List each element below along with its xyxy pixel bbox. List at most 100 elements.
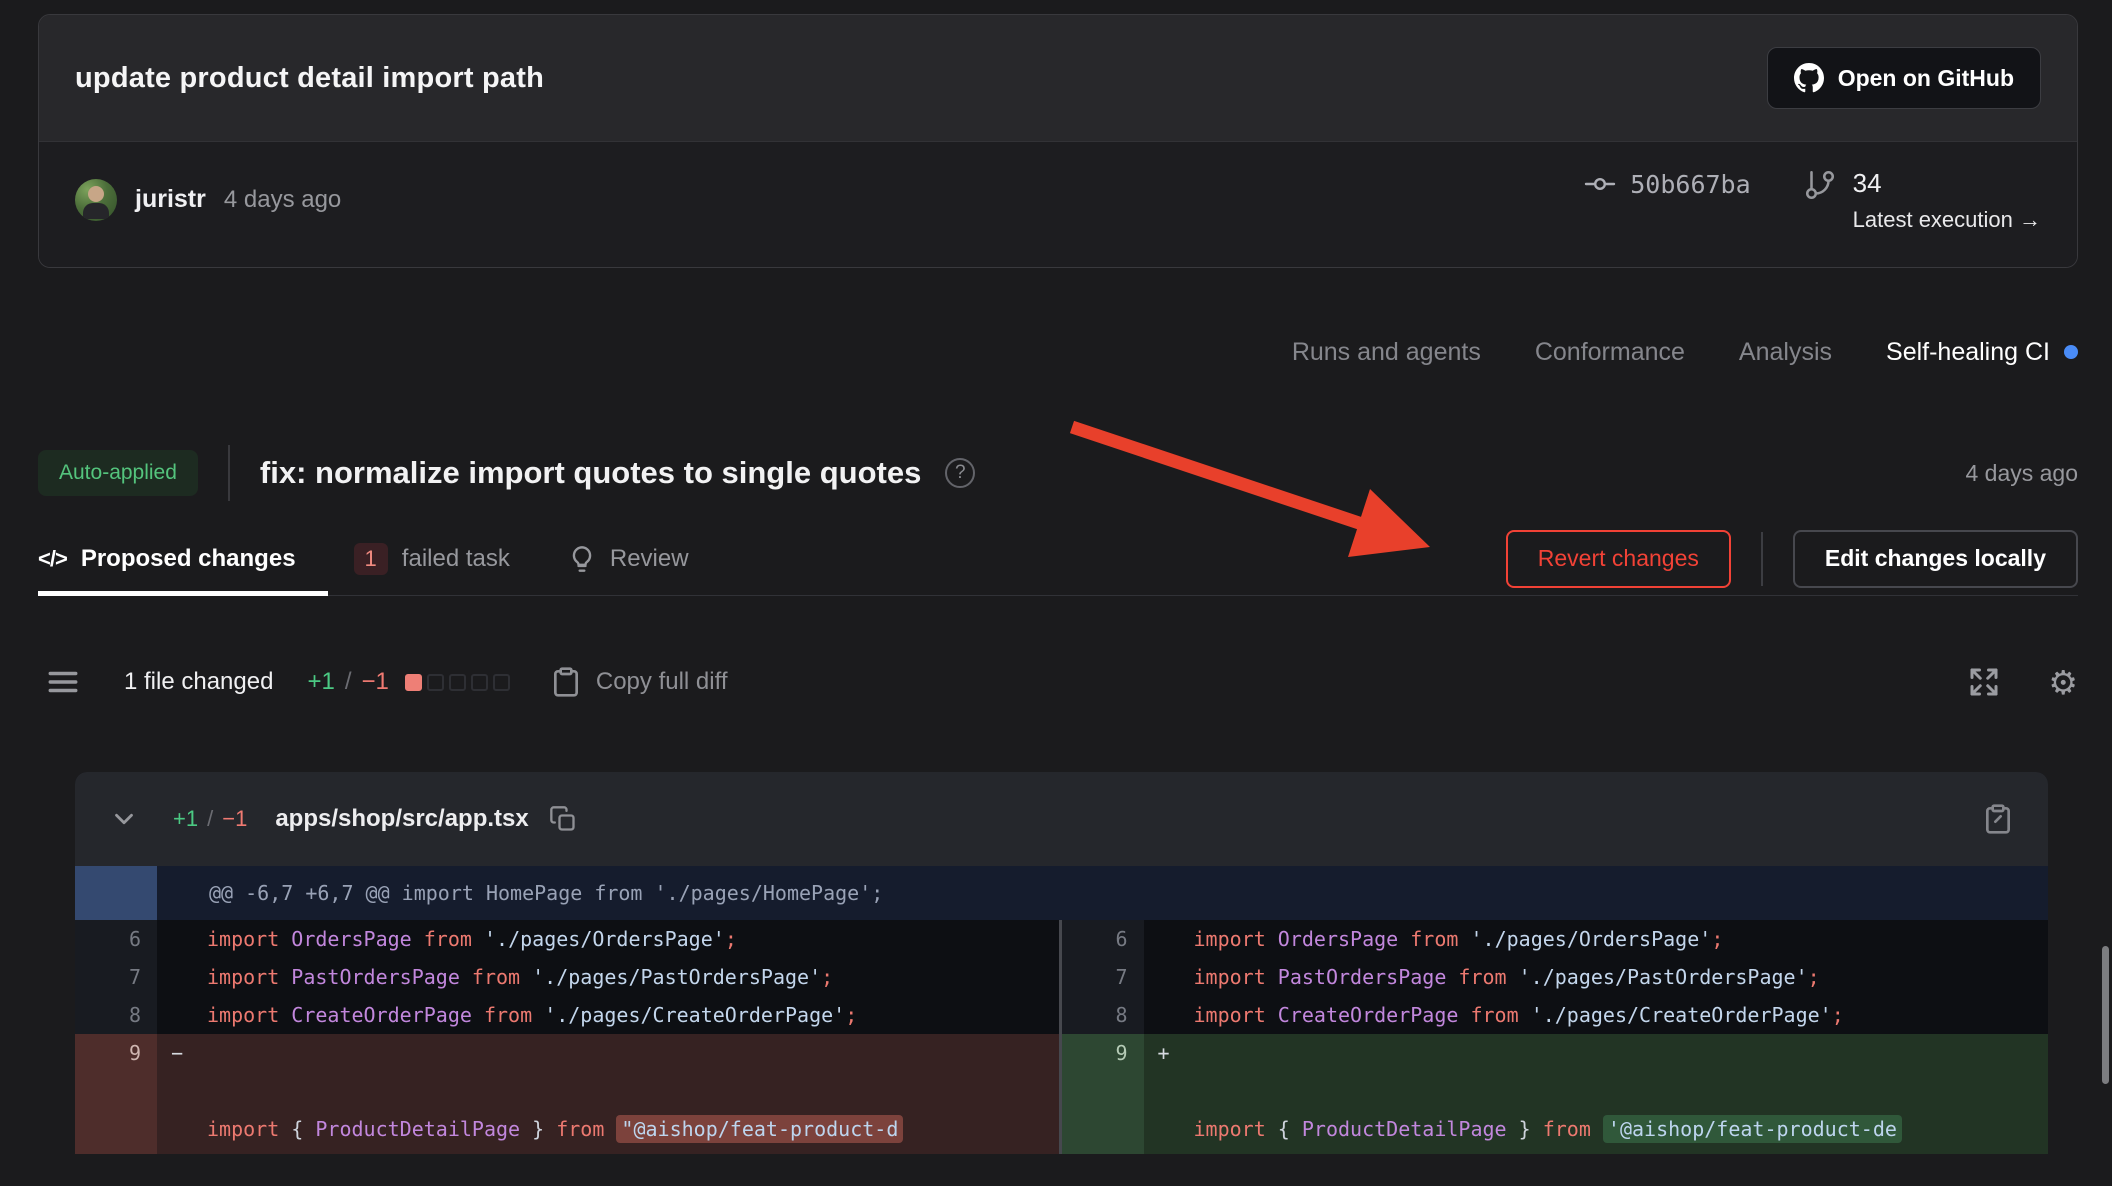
diff-row: 7 import PastOrdersPage from './pages/Pa…: [1062, 958, 2049, 996]
file-diff-card: +1 / −1 apps/shop/src/app.tsx @@ -6,7 +6…: [75, 772, 2048, 1154]
nav-self-healing-ci-label: Self-healing CI: [1886, 338, 2050, 367]
hunk-gutter: [75, 866, 157, 920]
failed-count-badge: 1: [354, 543, 388, 575]
diff-toolbar-right: ⚙: [1966, 664, 2078, 700]
latest-execution-link[interactable]: Latest execution →: [1853, 207, 2041, 233]
diff-row-deleted: 9 − import { ProductDetailPage } from "@…: [75, 1034, 1059, 1154]
file-list-menu-icon[interactable]: [46, 665, 80, 699]
lightbulb-icon: [568, 545, 596, 573]
avatar: [75, 179, 117, 221]
addition-marker: +: [1144, 1034, 1194, 1154]
auto-applied-badge: Auto-applied: [38, 450, 198, 496]
help-icon[interactable]: ?: [945, 458, 975, 488]
diff-marker: [1144, 996, 1194, 1034]
diff-row: 6 import OrdersPage from './pages/Orders…: [75, 920, 1059, 958]
file-path: apps/shop/src/app.tsx: [275, 805, 528, 833]
code-line: import OrdersPage from './pages/OrdersPa…: [1194, 920, 2049, 958]
nav-self-healing-ci[interactable]: Self-healing CI: [1886, 338, 2078, 367]
fix-header-row: Auto-applied fix: normalize import quote…: [38, 436, 2078, 510]
executions-col: 34 Latest execution →: [1853, 168, 2041, 233]
copy-full-diff-label[interactable]: Copy full diff: [596, 668, 728, 696]
file-deletions: −1: [222, 806, 247, 832]
diff-block-empty: [427, 674, 444, 691]
line-number: 8: [1062, 996, 1144, 1034]
diff-row: 6 import OrdersPage from './pages/Orders…: [1062, 920, 2049, 958]
additions-count: +1: [307, 668, 334, 696]
diff-block-filled: [405, 674, 422, 691]
code-line: import CreateOrderPage from './pages/Cre…: [1194, 996, 2049, 1034]
diff-block-empty: [471, 674, 488, 691]
settings-gear-icon[interactable]: ⚙: [2048, 666, 2078, 699]
diff-pane-original: 6 import OrdersPage from './pages/Orders…: [75, 920, 1062, 1154]
diff-marker: [157, 958, 207, 996]
nav-conformance[interactable]: Conformance: [1535, 338, 1685, 367]
file-stats-separator: /: [207, 806, 213, 832]
deletion-marker: −: [157, 1034, 207, 1154]
github-icon: [1794, 63, 1824, 93]
open-on-github-button[interactable]: Open on GitHub: [1767, 47, 2041, 109]
diff-marker: [1144, 920, 1194, 958]
copy-file-diff-icon[interactable]: [1982, 803, 2014, 835]
fullscreen-icon[interactable]: [1966, 664, 2002, 700]
divider: [228, 445, 230, 501]
code-line: import { ProductDetailPage } from "@aish…: [207, 1034, 1059, 1154]
author-info: juristr 4 days ago: [75, 166, 341, 233]
line-number: 9: [75, 1034, 157, 1154]
code-line: import PastOrdersPage from './pages/Past…: [1194, 958, 2049, 996]
tab-proposed-changes[interactable]: </> Proposed changes: [38, 545, 296, 573]
code-subline: import { ProductDetailPage } from '@aish…: [1194, 1110, 2049, 1148]
code-line: import PastOrdersPage from './pages/Past…: [207, 958, 1059, 996]
diff-row-added: 9 + import { ProductDetailPage } from '@…: [1062, 1034, 2049, 1154]
diff-marker: [157, 996, 207, 1034]
commit-sha-link[interactable]: 50b667ba: [1584, 168, 1750, 200]
line-number: 7: [1062, 958, 1144, 996]
diff-block-empty: [493, 674, 510, 691]
diff-marker: [157, 920, 207, 958]
nav-runs-and-agents[interactable]: Runs and agents: [1292, 338, 1481, 367]
code-icon: </>: [38, 546, 67, 572]
line-number: 9: [1062, 1034, 1144, 1154]
commit-time: 4 days ago: [224, 186, 341, 214]
code-line: import CreateOrderPage from './pages/Cre…: [207, 996, 1059, 1034]
hunk-header-row: @@ -6,7 +6,7 @@ import HomePage from './…: [75, 866, 2048, 920]
copy-path-icon[interactable]: [549, 805, 577, 833]
line-number: 6: [75, 920, 157, 958]
tab-failed-task[interactable]: 1 failed task: [354, 543, 510, 575]
commit-meta-row: juristr 4 days ago 50b667ba 34 Latest ex…: [39, 141, 2077, 267]
divider: [1761, 532, 1763, 586]
file-diff-header: +1 / −1 apps/shop/src/app.tsx: [75, 772, 2048, 866]
diff-block-empty: [449, 674, 466, 691]
fix-tabs-row: </> Proposed changes 1 failed task Revie…: [38, 522, 2078, 596]
notification-dot: [2064, 345, 2078, 359]
collapse-chevron-icon[interactable]: [109, 804, 139, 834]
page-title: update product detail import path: [75, 62, 544, 95]
tab-failed-task-label: failed task: [402, 545, 510, 573]
workspace-nav: Runs and agents Conformance Analysis Sel…: [34, 332, 2078, 372]
diff-size-blocks: [405, 674, 510, 691]
tab-proposed-changes-label: Proposed changes: [81, 545, 296, 573]
code-line: import OrdersPage from './pages/OrdersPa…: [207, 920, 1059, 958]
nav-analysis[interactable]: Analysis: [1739, 338, 1832, 367]
diff-pane-modified: 6 import OrdersPage from './pages/Orders…: [1062, 920, 2049, 1154]
diff-row: 8 import CreateOrderPage from './pages/C…: [75, 996, 1059, 1034]
commit-card: update product detail import path Open o…: [38, 14, 2078, 268]
page-scrollbar-thumb[interactable]: [2102, 946, 2109, 1084]
file-diff-stats: +1 / −1: [173, 806, 247, 832]
revert-changes-button[interactable]: Revert changes: [1506, 530, 1731, 588]
files-changed-label: 1 file changed: [124, 668, 273, 696]
diff-marker: [1144, 958, 1194, 996]
code-line: import { ProductDetailPage } from '@aish…: [1194, 1034, 2049, 1154]
execution-count: 34: [1853, 168, 2041, 199]
commit-sha: 50b667ba: [1630, 170, 1750, 199]
diff-stats: +1 / −1: [307, 668, 388, 696]
edit-changes-locally-button[interactable]: Edit changes locally: [1793, 530, 2078, 588]
diff-row: 8 import CreateOrderPage from './pages/C…: [1062, 996, 2049, 1034]
git-commit-icon: [1584, 168, 1616, 200]
diff-toolbar: 1 file changed +1 / −1 Copy full diff ⚙: [46, 654, 2078, 710]
code-subline: import { ProductDetailPage } from "@aish…: [207, 1110, 1059, 1148]
fix-time: 4 days ago: [1965, 460, 2078, 487]
file-additions: +1: [173, 806, 198, 832]
tab-review[interactable]: Review: [568, 545, 689, 573]
copy-full-diff-icon[interactable]: [550, 666, 582, 698]
line-number: 8: [75, 996, 157, 1034]
